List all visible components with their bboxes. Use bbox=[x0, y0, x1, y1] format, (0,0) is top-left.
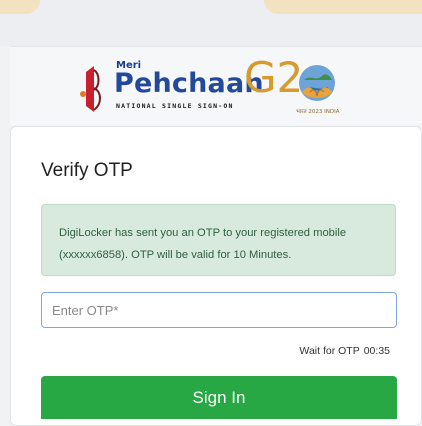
g20-subtext: भारत 2023 INDIA bbox=[296, 109, 340, 115]
brand-name: Pehchaan bbox=[114, 68, 264, 99]
otp-input[interactable] bbox=[41, 292, 397, 328]
meri-pehchaan-logo-icon bbox=[80, 66, 101, 112]
top-left-decoration bbox=[0, 0, 40, 14]
otp-wait-indicator: Wait for OTP 00:35 bbox=[299, 345, 390, 357]
brand-tagline: NATIONAL SINGLE SIGN-ON bbox=[116, 102, 234, 110]
alert-message: DigiLocker has sent you an OTP to your r… bbox=[59, 227, 347, 261]
g20-logo-text: G2 bbox=[244, 53, 304, 102]
g20-lotus-globe-icon bbox=[299, 65, 335, 101]
wait-timer: 00:35 bbox=[363, 345, 390, 357]
otp-sent-alert: DigiLocker has sent you an OTP to your r… bbox=[41, 204, 396, 276]
sign-in-button[interactable]: Sign In bbox=[41, 376, 397, 419]
top-strip bbox=[0, 0, 422, 46]
wait-label: Wait for OTP bbox=[299, 345, 360, 357]
top-right-decoration bbox=[264, 0, 422, 14]
page-title: Verify OTP bbox=[41, 160, 133, 181]
